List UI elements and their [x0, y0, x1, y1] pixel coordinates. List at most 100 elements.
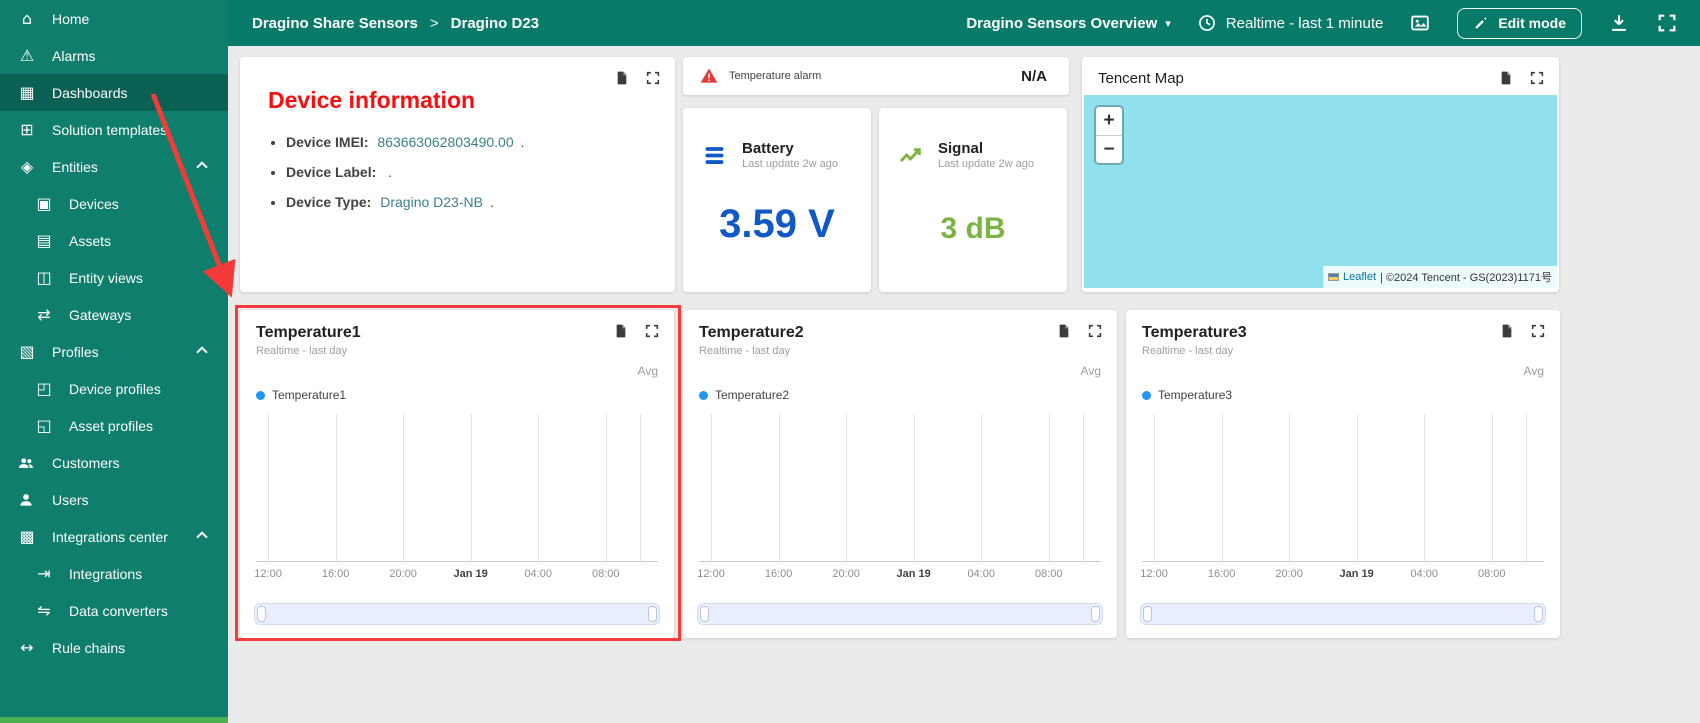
- timewindow-button[interactable]: Realtime - last 1 minute: [1197, 13, 1383, 33]
- brush-handle-left[interactable]: [257, 606, 266, 622]
- sidebar-item-label: Integrations: [69, 565, 143, 582]
- gridline: [1356, 414, 1358, 561]
- users-icon: [20, 493, 32, 506]
- gridline: [1082, 414, 1084, 561]
- sidebar-item-data-converters[interactable]: ⇋ Data converters: [0, 592, 228, 629]
- chart-legend[interactable]: Temperature1: [256, 388, 346, 402]
- legend-label: Temperature3: [1158, 388, 1233, 402]
- sidebar-item-customers[interactable]: Customers: [0, 444, 228, 481]
- brush-handle-right[interactable]: [1091, 606, 1100, 622]
- chevron-up-icon[interactable]: [196, 160, 208, 173]
- time-brush[interactable]: [697, 603, 1103, 625]
- sidebar-item-device-profiles[interactable]: ◰ Device profiles: [0, 370, 228, 407]
- gridline: [1525, 414, 1527, 561]
- widget-timewindow: Realtime - last day: [699, 345, 791, 357]
- signal-last-update: Last update 2w ago: [938, 158, 1035, 170]
- time-brush[interactable]: [1140, 603, 1546, 625]
- gridline: [1048, 414, 1050, 561]
- device-imei-row: Device IMEI: 863663062803490.00 .: [286, 134, 675, 150]
- brush-handle-right[interactable]: [648, 606, 657, 622]
- chevron-up-icon[interactable]: [196, 530, 208, 543]
- brush-handle-left[interactable]: [700, 606, 709, 622]
- sidebar-item-label: Devices: [69, 195, 119, 212]
- widget-temperature1: Temperature1 Realtime - last day Avg Tem…: [240, 310, 674, 638]
- chevron-up-icon[interactable]: [196, 345, 208, 358]
- sidebar-item-gateways[interactable]: ⇄ Gateways: [0, 296, 228, 333]
- aggregation-label[interactable]: Avg: [1524, 364, 1544, 378]
- fullscreen-icon[interactable]: [1656, 12, 1678, 34]
- edit-mode-button[interactable]: Edit mode: [1457, 7, 1582, 39]
- aggregation-label[interactable]: Avg: [1081, 364, 1101, 378]
- row-suffix: .: [489, 194, 494, 210]
- sidebar-item-users[interactable]: Users: [0, 481, 228, 518]
- brush-handle-left[interactable]: [1143, 606, 1152, 622]
- sidebar-item-asset-profiles[interactable]: ◱ Asset profiles: [0, 407, 228, 444]
- widget-fullscreen-icon[interactable]: [645, 70, 661, 86]
- export-widget-icon[interactable]: [1498, 70, 1514, 86]
- device-type-row: Device Type: Dragino D23-NB .: [286, 194, 675, 210]
- export-widget-icon[interactable]: [614, 70, 630, 86]
- export-widget-icon[interactable]: [1056, 323, 1072, 339]
- sidebar-item-entities[interactable]: ◈ Entities: [0, 148, 228, 185]
- map-zoom-in-button[interactable]: +: [1096, 107, 1122, 135]
- dashboard-state-select[interactable]: Dragino Sensors Overview ▾: [966, 15, 1170, 32]
- top-header: Dragino Share Sensors > Dragino D23 Drag…: [228, 0, 1700, 46]
- entities-icon: ◈: [20, 157, 34, 176]
- x-tick: 20:00: [389, 568, 417, 580]
- gridline: [538, 414, 540, 561]
- widget-fullscreen-icon[interactable]: [644, 323, 660, 339]
- sidebar-item-integrations-center[interactable]: ▩ Integrations center: [0, 518, 228, 555]
- gridline: [711, 414, 713, 561]
- map-zoom-out-button[interactable]: −: [1096, 135, 1122, 163]
- breadcrumb-separator: >: [429, 14, 439, 32]
- sidebar-item-rule-chains[interactable]: ↔ Rule chains: [0, 629, 228, 666]
- sidebar-item-dashboards[interactable]: ▦ Dashboards: [0, 74, 228, 111]
- export-widget-icon[interactable]: [613, 323, 629, 339]
- sidebar-item-profiles[interactable]: ▧ Profiles: [0, 333, 228, 370]
- x-tick: 08:00: [1477, 568, 1506, 580]
- sidebar-item-assets[interactable]: ▤ Assets: [0, 222, 228, 259]
- sidebar-item-label: Profiles: [52, 343, 99, 360]
- chart-legend[interactable]: Temperature2: [699, 388, 789, 402]
- ukraine-flag-icon: [1327, 273, 1339, 281]
- gridline: [268, 414, 270, 561]
- signal-title: Signal: [938, 140, 984, 157]
- chevron-down-icon: ▾: [1165, 16, 1171, 30]
- edit-mode-label: Edit mode: [1498, 15, 1566, 31]
- download-icon[interactable]: [1608, 12, 1630, 34]
- gridline: [639, 414, 641, 561]
- time-brush[interactable]: [254, 603, 660, 625]
- x-tick: 04:00: [524, 568, 552, 580]
- sidebar-item-alarms[interactable]: ⚠ Alarms: [0, 37, 228, 74]
- map-canvas[interactable]: + − Leaflet | ©2024 Tencent - GS(2023)11…: [1084, 95, 1557, 288]
- gridline: [981, 414, 983, 561]
- x-tick: 16:00: [764, 568, 793, 580]
- signal-value: 3 dB: [940, 212, 1006, 245]
- sidebar-item-label: Data converters: [69, 602, 168, 619]
- leaflet-attribution-link[interactable]: Leaflet: [1343, 271, 1376, 283]
- sidebar-item-label: Entities: [52, 158, 98, 175]
- sidebar-item-home[interactable]: ⌂ Home: [0, 0, 228, 37]
- widget-fullscreen-icon[interactable]: [1087, 323, 1103, 339]
- gridline: [1491, 414, 1493, 561]
- sidebar-item-integrations[interactable]: ⇥ Integrations: [0, 555, 228, 592]
- alarms-icon: ⚠: [19, 46, 35, 65]
- device-label-label: Device Label:: [286, 164, 377, 180]
- screenshot-icon[interactable]: [1409, 12, 1431, 34]
- aggregation-label[interactable]: Avg: [638, 364, 658, 378]
- widget-tencent-map: Tencent Map + − Leaflet | ©2024 Tencent …: [1082, 57, 1559, 292]
- sidebar-item-solution-templates[interactable]: ⊞ Solution templates: [0, 111, 228, 148]
- breadcrumb-dashboards-group[interactable]: Dragino Share Sensors: [252, 15, 418, 32]
- export-widget-icon[interactable]: [1499, 323, 1515, 339]
- x-tick: Jan 19: [1339, 568, 1374, 580]
- gridline: [335, 414, 337, 561]
- sidebar-item-label: Alarms: [52, 47, 96, 64]
- sidebar-item-devices[interactable]: ▣ Devices: [0, 185, 228, 222]
- widget-fullscreen-icon[interactable]: [1529, 70, 1545, 86]
- sidebar-item-entity-views[interactable]: ◫ Entity views: [0, 259, 228, 296]
- widget-fullscreen-icon[interactable]: [1530, 323, 1546, 339]
- chart-legend[interactable]: Temperature3: [1142, 388, 1232, 402]
- gridline: [403, 414, 405, 561]
- brush-handle-right[interactable]: [1534, 606, 1543, 622]
- warning-triangle-icon: [700, 68, 718, 83]
